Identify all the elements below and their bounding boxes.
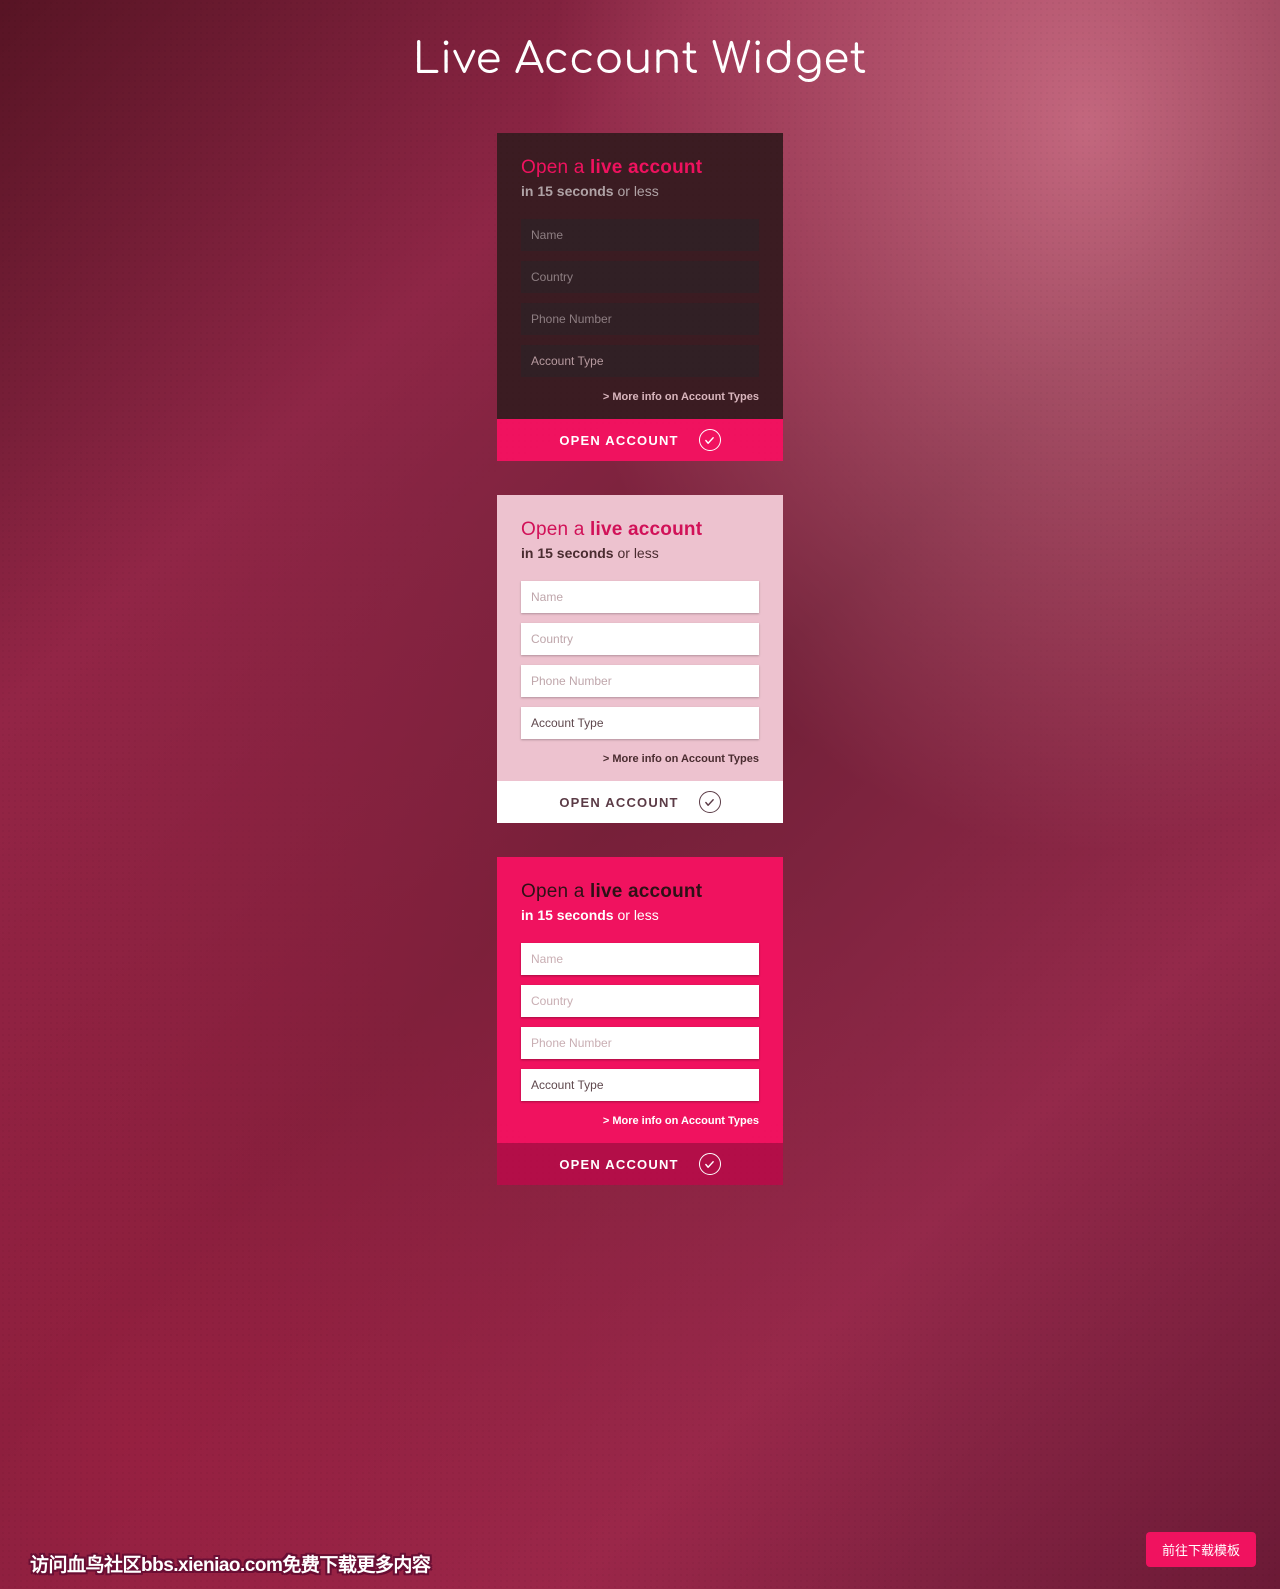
sub-muted: or less <box>617 907 658 923</box>
name-input[interactable] <box>521 219 759 251</box>
more-info-row: > More info on Account Types <box>521 1111 759 1129</box>
page-title: Live Account Widget <box>0 0 1280 133</box>
check-circle-icon <box>699 1153 721 1175</box>
title-prefix: Open a <box>521 519 590 540</box>
more-info-link[interactable]: > More info on Account Types <box>603 753 759 765</box>
phone-input[interactable] <box>521 1027 759 1059</box>
open-account-button[interactable]: OPEN ACCOUNT <box>497 1143 783 1185</box>
check-circle-icon <box>699 791 721 813</box>
title-strong: live account <box>590 519 702 540</box>
sub-strong: in 15 seconds <box>521 545 617 561</box>
phone-input[interactable] <box>521 665 759 697</box>
card-body: Open a live account in 15 seconds or les… <box>497 133 783 419</box>
card-subtitle: in 15 seconds or less <box>521 183 759 199</box>
open-account-button[interactable]: OPEN ACCOUNT <box>497 419 783 461</box>
card-body: Open a live account in 15 seconds or les… <box>497 495 783 781</box>
country-input[interactable] <box>521 623 759 655</box>
title-prefix: Open a <box>521 157 590 178</box>
country-input[interactable] <box>521 261 759 293</box>
download-template-button[interactable]: 前往下载模板 <box>1146 1532 1256 1567</box>
phone-input[interactable] <box>521 303 759 335</box>
card-body: Open a live account in 15 seconds or les… <box>497 857 783 1143</box>
check-circle-icon <box>699 429 721 451</box>
account-widget-light: Open a live account in 15 seconds or les… <box>497 495 783 823</box>
open-account-button[interactable]: OPEN ACCOUNT <box>497 781 783 823</box>
sub-strong: in 15 seconds <box>521 907 617 923</box>
card-title: Open a live account <box>521 519 759 541</box>
more-info-row: > More info on Account Types <box>521 387 759 405</box>
watermark-text: 访问血鸟社区bbs.xieniao.com免费下载更多内容 <box>30 1550 430 1577</box>
card-title: Open a live account <box>521 157 759 179</box>
title-prefix: Open a <box>521 881 590 902</box>
card-stage: Open a live account in 15 seconds or les… <box>0 133 1280 1185</box>
account-type-select[interactable]: Account Type <box>521 1069 759 1101</box>
title-strong: live account <box>590 881 702 902</box>
country-input[interactable] <box>521 985 759 1017</box>
cta-label: OPEN ACCOUNT <box>559 433 678 448</box>
account-type-select[interactable]: Account Type <box>521 345 759 377</box>
more-info-row: > More info on Account Types <box>521 749 759 767</box>
more-info-link[interactable]: > More info on Account Types <box>603 391 759 403</box>
title-strong: live account <box>590 157 702 178</box>
sub-strong: in 15 seconds <box>521 183 617 199</box>
account-type-select[interactable]: Account Type <box>521 707 759 739</box>
more-info-link[interactable]: > More info on Account Types <box>603 1115 759 1127</box>
account-widget-dark: Open a live account in 15 seconds or les… <box>497 133 783 461</box>
name-input[interactable] <box>521 581 759 613</box>
name-input[interactable] <box>521 943 759 975</box>
cta-label: OPEN ACCOUNT <box>559 795 678 810</box>
account-widget-pink: Open a live account in 15 seconds or les… <box>497 857 783 1185</box>
sub-muted: or less <box>617 545 658 561</box>
card-subtitle: in 15 seconds or less <box>521 545 759 561</box>
sub-muted: or less <box>617 183 658 199</box>
card-subtitle: in 15 seconds or less <box>521 907 759 923</box>
card-title: Open a live account <box>521 881 759 903</box>
cta-label: OPEN ACCOUNT <box>559 1157 678 1172</box>
